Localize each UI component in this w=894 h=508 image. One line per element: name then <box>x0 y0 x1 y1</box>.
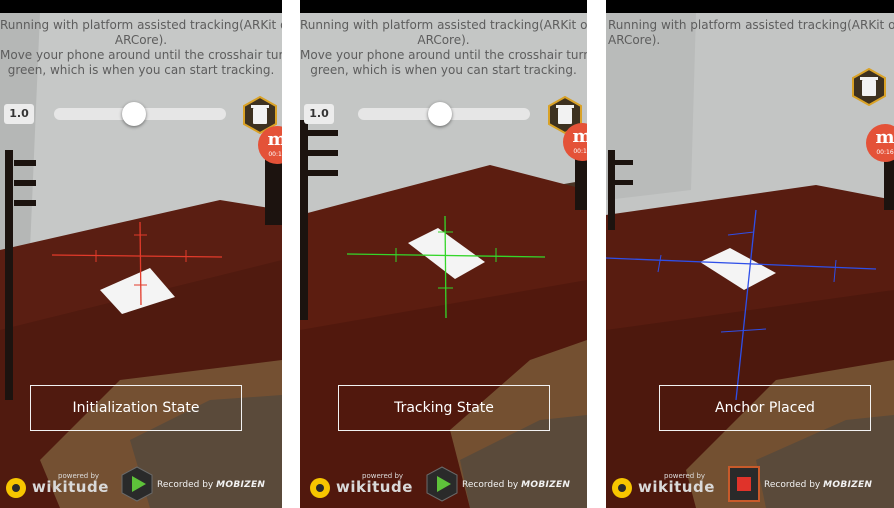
info-line-1: Running with platform assisted tracking(… <box>300 18 587 32</box>
mobizen-brand: MOBIZEN <box>216 480 266 490</box>
status-bar <box>606 0 894 13</box>
wikitude-name: wikitude <box>638 478 715 496</box>
tracking-instructions: Running with platform assisted tracking(… <box>606 18 894 48</box>
slider-thumb[interactable] <box>428 102 452 126</box>
wikitude-icon <box>612 478 632 498</box>
tracking-instructions: Running with platform assisted tracking(… <box>300 18 587 78</box>
state-label: Initialization State <box>30 385 242 431</box>
mobizen-badge-icon: m <box>267 129 282 150</box>
info-line-4: green, which is when you can start track… <box>310 63 577 77</box>
record-button[interactable]: m 00:14 <box>563 123 587 161</box>
mobizen-badge-icon: m <box>875 127 894 148</box>
mobizen-play-icon <box>426 466 458 502</box>
trash-icon[interactable] <box>851 68 887 106</box>
mobizen-watermark: Recorded by MOBIZEN <box>426 466 586 502</box>
mobizen-stop-icon <box>728 466 760 502</box>
wikitude-logo: powered by wikitude <box>612 472 732 500</box>
mobizen-text: Recorded by MOBIZEN <box>157 480 265 490</box>
info-line-2: ARCore). <box>608 33 661 47</box>
slider-value: 1.0 <box>304 104 334 124</box>
slider-thumb[interactable] <box>122 102 146 126</box>
info-line-4: green, which is when you can start track… <box>7 63 275 77</box>
ar-screen-tracking: Running with platform assisted tracking(… <box>300 0 587 508</box>
record-timer: 00:14 <box>573 148 587 155</box>
record-timer: 00:16 <box>876 149 894 156</box>
wikitude-name: wikitude <box>336 478 413 496</box>
info-line-3: Move your phone around until the crossha… <box>0 48 282 62</box>
wikitude-name: wikitude <box>32 478 109 496</box>
mobizen-brand: MOBIZEN <box>521 480 571 490</box>
mobizen-play-icon <box>121 466 153 502</box>
info-line-1: Running with platform assisted tracking(… <box>608 18 894 32</box>
record-button[interactable]: m 00:16 <box>866 124 894 162</box>
info-line-1: Running with platform assisted tracking(… <box>0 18 282 32</box>
record-button[interactable]: m 00:13 <box>258 126 282 164</box>
slider-value: 1.0 <box>4 104 34 124</box>
mobizen-watermark: Recorded by MOBIZEN <box>728 466 892 502</box>
info-line-3: Move your phone around until the crossha… <box>300 48 587 62</box>
wikitude-logo: powered by wikitude <box>310 472 430 500</box>
info-line-2: ARCore). <box>417 33 470 47</box>
ar-screen-initialization: Running with platform assisted tracking(… <box>0 0 282 508</box>
info-line-2: ARCore). <box>114 33 168 47</box>
mobizen-recorded: Recorded by <box>764 480 821 490</box>
status-bar <box>300 0 587 13</box>
wikitude-icon <box>310 478 330 498</box>
status-bar <box>0 0 282 13</box>
mobizen-badge-icon: m <box>572 126 587 147</box>
mobizen-text: Recorded by MOBIZEN <box>764 480 872 490</box>
wikitude-logo: powered by wikitude <box>6 472 126 500</box>
mobizen-recorded: Recorded by <box>462 480 519 490</box>
ar-screen-anchor-placed: Running with platform assisted tracking(… <box>606 0 894 508</box>
record-timer: 00:13 <box>268 151 282 158</box>
state-label: Tracking State <box>338 385 550 431</box>
mobizen-text: Recorded by MOBIZEN <box>462 480 570 490</box>
tracking-instructions: Running with platform assisted tracking(… <box>0 18 282 78</box>
state-label: Anchor Placed <box>659 385 871 431</box>
mobizen-watermark: Recorded by MOBIZEN <box>121 466 281 502</box>
mobizen-brand: MOBIZEN <box>823 480 873 490</box>
wikitude-icon <box>6 478 26 498</box>
mobizen-recorded: Recorded by <box>157 480 214 490</box>
